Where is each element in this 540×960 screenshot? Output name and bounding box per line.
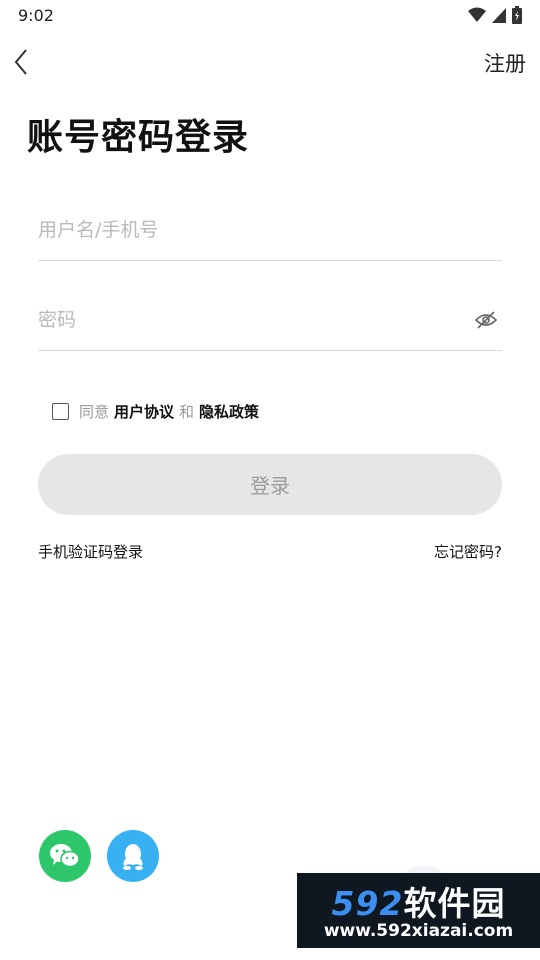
status-icons (468, 6, 522, 24)
agree-prefix: 同意 (79, 402, 110, 421)
password-field (38, 290, 502, 351)
qq-icon (123, 844, 143, 870)
privacy-policy-link[interactable]: 隐私政策 (199, 401, 259, 422)
agree-conjunction: 和 (179, 402, 195, 421)
watermark-banner: 592软件园 www.592xiazai.com (297, 873, 540, 948)
agreement-row: 同意 用户协议 和 隐私政策 (52, 400, 264, 422)
toggle-password-visibility-button[interactable] (474, 308, 498, 332)
sms-login-link[interactable]: 手机验证码登录 (38, 541, 143, 562)
agree-checkbox[interactable] (52, 402, 69, 420)
eye-hidden-icon (474, 311, 498, 329)
watermark-brand-number: 592 (331, 884, 404, 923)
wifi-icon (468, 7, 486, 22)
back-button[interactable] (8, 46, 36, 78)
watermark-brand: 592软件园 (297, 877, 540, 925)
top-bar: 注册 (0, 40, 540, 84)
back-arrow-icon (14, 49, 27, 75)
status-time: 9:02 (18, 6, 54, 25)
login-button[interactable]: 登录 (38, 454, 502, 515)
page-title: 账号密码登录 (27, 117, 250, 158)
password-input[interactable] (38, 300, 458, 340)
watermark-brand-name: 软件园 (403, 884, 506, 923)
status-bar: 9:02 (0, 0, 540, 32)
cell-signal-icon (492, 8, 506, 23)
wechat-login-button[interactable] (39, 830, 91, 882)
watermark-url: www.592xiazai.com (323, 921, 514, 941)
wechat-icon (50, 844, 80, 868)
forgot-password-link[interactable]: 忘记密码? (434, 541, 502, 562)
username-input[interactable] (38, 210, 458, 250)
user-agreement-link[interactable]: 用户协议 (114, 401, 174, 422)
qq-login-button[interactable] (107, 830, 159, 882)
register-link[interactable]: 注册 (484, 48, 526, 78)
username-field (38, 200, 502, 261)
battery-icon (512, 6, 522, 24)
